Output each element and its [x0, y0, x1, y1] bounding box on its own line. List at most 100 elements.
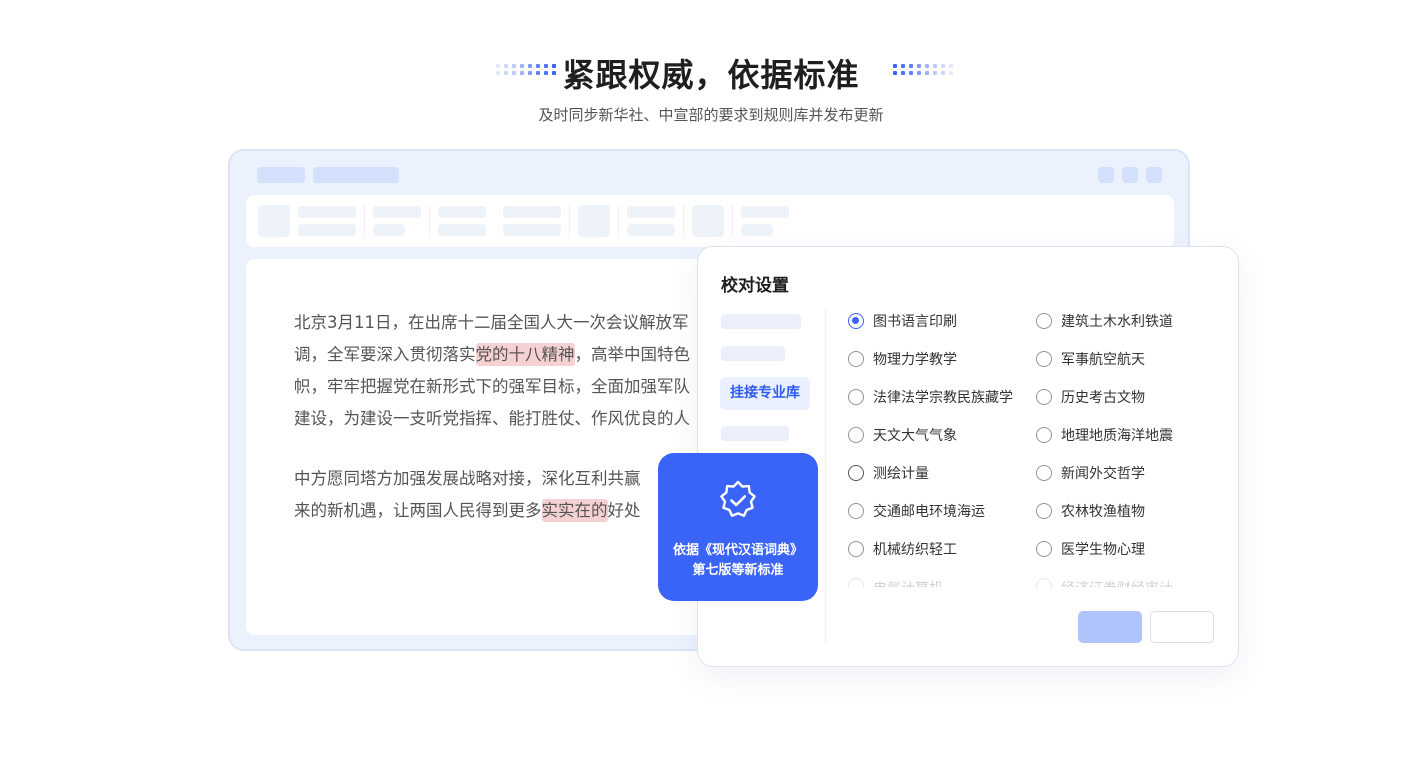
toolbar-label-placeholder [298, 206, 356, 218]
settings-nav-item[interactable] [721, 314, 801, 329]
radio-icon[interactable] [1036, 389, 1052, 405]
toolbar-label-placeholder [373, 224, 405, 236]
hero-subtitle: 及时同步新华社、中宣部的要求到规则库并发布更新 [538, 106, 884, 124]
cancel-button[interactable] [1150, 611, 1214, 643]
window-tab-placeholder [257, 167, 305, 183]
library-option[interactable]: 地理地质海洋地震 [1036, 424, 1173, 446]
toolbar-label-placeholder [741, 224, 773, 236]
settings-nav-item[interactable] [721, 346, 785, 361]
decorative-dot [933, 64, 937, 68]
decorative-dot [909, 71, 913, 75]
toolbar-label-placeholder [438, 224, 486, 236]
badge-text-line-1: 依据《现代汉语词典》 [672, 543, 803, 558]
decorative-dot [893, 71, 897, 75]
library-option[interactable]: 新闻外交哲学 [1036, 462, 1145, 484]
decorative-dot [901, 71, 905, 75]
decorative-dot [917, 71, 921, 75]
radio-icon[interactable] [848, 351, 864, 367]
window-control-minimize[interactable] [1098, 167, 1114, 183]
settings-nav-item[interactable] [721, 426, 789, 441]
radio-icon[interactable] [848, 427, 864, 443]
toolbar-button-placeholder[interactable] [258, 205, 290, 237]
library-option[interactable]: 机械纺织轻工 [848, 538, 957, 560]
badge-text-line-2: 第七版等新标准 [692, 563, 784, 578]
decorative-dot [941, 64, 945, 68]
decorative-dot [925, 64, 929, 68]
library-option[interactable]: 法律法学宗教民族藏学 [848, 386, 1013, 408]
decorative-dot [893, 64, 897, 68]
radio-selected-icon[interactable] [848, 313, 864, 329]
library-option[interactable]: 军事航空航天 [1036, 348, 1145, 370]
toolbar-button-placeholder[interactable] [692, 205, 724, 237]
toolbar-button-placeholder[interactable] [578, 205, 610, 237]
radio-icon[interactable] [1036, 578, 1052, 587]
window-control-close[interactable] [1146, 167, 1162, 183]
proofread-highlight[interactable]: 实实在的 [541, 499, 608, 522]
toolbar-divider [569, 205, 570, 237]
library-option[interactable]: 物理力学教学 [848, 348, 957, 370]
document-line: 建设，为建设一支听党指挥、能打胜仗、作风优良的人 [294, 409, 690, 428]
verified-badge-icon [720, 480, 756, 517]
radio-icon[interactable] [848, 541, 864, 557]
panel-divider [825, 309, 826, 643]
library-option[interactable]: 图书语言印刷 [848, 310, 957, 332]
library-option[interactable]: 天文大气气象 [848, 424, 957, 446]
document-line: 来的新机遇，让两国人民得到更多实实在的好处 [294, 499, 641, 522]
standard-badge-card: 依据《现代汉语词典》 第七版等新标准 [658, 453, 818, 601]
toolbar-label-placeholder [298, 224, 356, 236]
proofread-highlight[interactable]: 党的十八精神 [475, 343, 575, 366]
radio-icon[interactable] [848, 503, 864, 519]
toolbar-label-placeholder [373, 206, 421, 218]
decorative-dot [949, 64, 953, 68]
radio-icon[interactable] [848, 389, 864, 405]
library-option[interactable]: 电气计算机 [848, 578, 943, 587]
decorative-dot [933, 71, 937, 75]
decorative-dot [949, 71, 953, 75]
library-option[interactable]: 医学生物心理 [1036, 538, 1145, 560]
toolbar-divider [732, 205, 733, 237]
radio-icon[interactable] [848, 578, 864, 587]
document-paragraph-1: 北京3月11日，在出席十二届全国人大一次会议解放军 调，全军要深入贯彻落实党的十… [294, 307, 690, 435]
toolbar-divider [683, 205, 684, 237]
decorative-dot [925, 71, 929, 75]
decorative-dot [917, 64, 921, 68]
library-option[interactable]: 农林牧渔植物 [1036, 500, 1145, 522]
library-option[interactable]: 交通邮电环境海运 [848, 500, 985, 522]
settings-nav-item-professional-library[interactable]: 挂接专业库 [720, 377, 810, 410]
library-option[interactable]: 建筑土木水利铁道 [1036, 310, 1173, 332]
document-paragraph-2: 中方愿同塔方加强发展战略对接，深化互利共赢 来的新机遇，让两国人民得到更多实实在… [294, 463, 641, 527]
radio-icon[interactable] [1036, 465, 1052, 481]
hero-title: 紧跟权威，依据标准 [562, 56, 860, 94]
radio-icon[interactable] [1036, 503, 1052, 519]
library-option[interactable]: 测绘计量 [848, 462, 929, 484]
decorative-dot [941, 71, 945, 75]
document-line: 中方愿同塔方加强发展战略对接，深化互利共赢 [294, 469, 641, 488]
window-control-maximize[interactable] [1122, 167, 1138, 183]
decorative-dot [909, 64, 913, 68]
document-line: 帜，牢牢把握党在新形式下的强军目标，全面加强军队 [294, 377, 690, 396]
toolbar-divider [364, 205, 365, 237]
toolbar-label-placeholder [438, 206, 486, 218]
radio-icon[interactable] [1036, 427, 1052, 443]
toolbar-label-placeholder [627, 206, 675, 218]
toolbar-divider [429, 205, 430, 237]
toolbar-label-placeholder [741, 206, 789, 218]
panel-title: 校对设置 [721, 276, 789, 296]
decorative-dots-right [893, 64, 957, 76]
decorative-dot [901, 64, 905, 68]
library-option[interactable]: 历史考古文物 [1036, 386, 1145, 408]
document-line: 调，全军要深入贯彻落实党的十八精神，高举中国特色 [294, 343, 690, 366]
toolbar-label-placeholder [503, 206, 561, 218]
radio-icon[interactable] [848, 465, 864, 481]
radio-icon[interactable] [1036, 313, 1052, 329]
radio-icon[interactable] [1036, 541, 1052, 557]
radio-icon[interactable] [1036, 351, 1052, 367]
document-line: 北京3月11日，在出席十二届全国人大一次会议解放军 [294, 313, 689, 332]
confirm-button[interactable] [1078, 611, 1142, 643]
library-option[interactable]: 经济证券财经审计 [1036, 578, 1173, 587]
toolbar-label-placeholder [503, 224, 561, 236]
toolbar-divider [618, 205, 619, 237]
editor-toolbar [246, 195, 1174, 247]
toolbar-label-placeholder [627, 224, 675, 236]
window-tab-placeholder [313, 167, 399, 183]
